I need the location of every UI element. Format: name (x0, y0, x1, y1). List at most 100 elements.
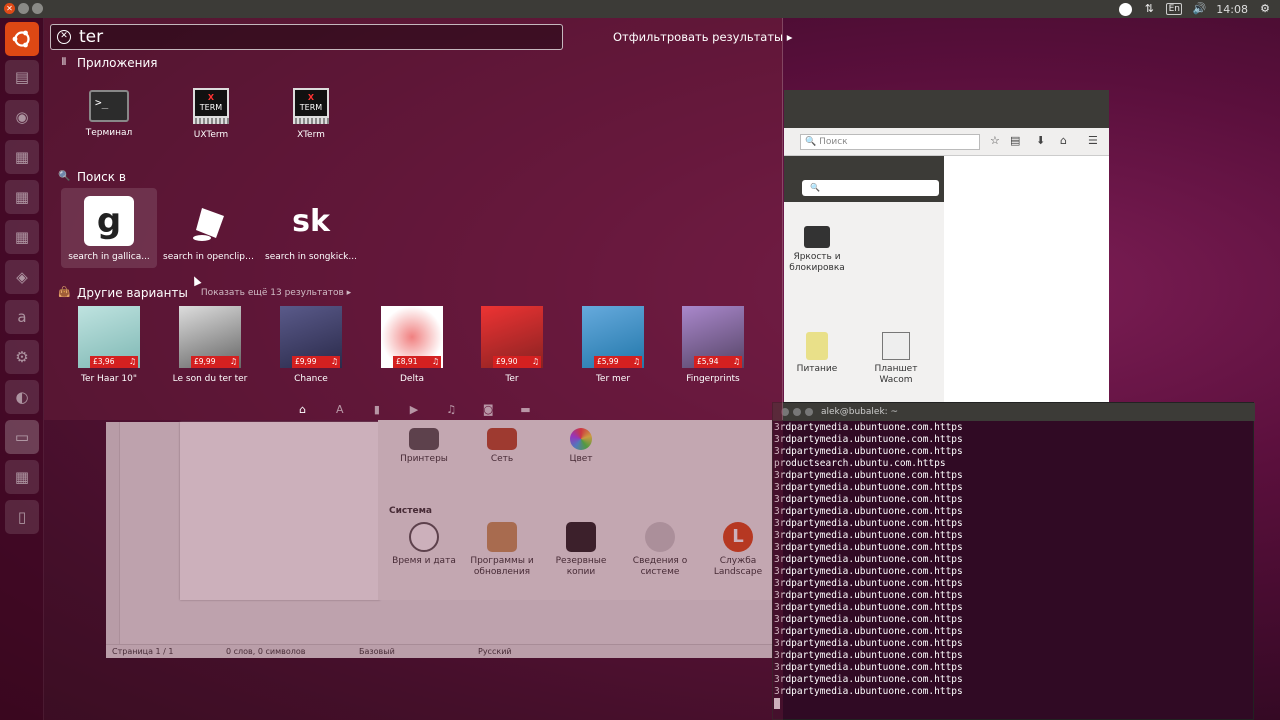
power-item[interactable]: Питание (779, 332, 855, 375)
launcher-files-icon[interactable]: ▤ (5, 60, 39, 94)
show-more-results-link[interactable]: Показать ещё 13 результатов ▸ (201, 288, 351, 298)
category-heading: Поиск в (77, 170, 126, 184)
result-xterm[interactable]: X TERM XTerm (263, 88, 359, 141)
minimize-window-icon[interactable] (793, 408, 801, 416)
result-label: Fingerprints (686, 374, 740, 384)
files-lens-icon[interactable]: ▮ (358, 400, 395, 420)
keyboard-icon (293, 118, 329, 124)
result-songkick[interactable]: sk search in songkick... (263, 196, 359, 263)
terminal-output[interactable]: 3rdpartymedia.ubuntuone.com.https 3rdpart… (774, 422, 1252, 720)
terminal-line: 3rdpartymedia.ubuntuone.com.https (774, 422, 963, 433)
music-lens-icon[interactable]: ♫ (433, 400, 470, 420)
video-lens-icon[interactable]: ▶ (395, 400, 432, 420)
reading-list-icon[interactable]: ▤ (1010, 134, 1020, 147)
result-label: Chance (294, 374, 328, 384)
songkick-lens-icon: sk (292, 203, 330, 239)
category-other[interactable]: 👜 Другие варианты Показать ещё 13 резуль… (58, 286, 351, 300)
album-cover: £8,91 (381, 306, 443, 368)
menu-icon[interactable]: ☰ (1088, 134, 1098, 147)
launcher-impress-icon[interactable]: ▦ (5, 220, 39, 254)
terminal-line: 3rdpartymedia.ubuntuone.com.https (774, 590, 963, 601)
launcher-amazon-icon[interactable]: a (5, 300, 39, 334)
browser-titlebar (784, 90, 1109, 128)
album-result[interactable]: £9,99 Chance (263, 306, 359, 385)
album-result[interactable]: £5,94 Fingerprints (665, 306, 761, 385)
category-heading: Другие варианты (77, 286, 188, 300)
terminal-line: 3rdpartymedia.ubuntuone.com.https (774, 482, 963, 493)
terminal-line: 3rdpartymedia.ubuntuone.com.https (774, 662, 963, 673)
browser-search-input[interactable]: 🔍 Поиск (800, 134, 980, 150)
social-lens-icon[interactable]: ▬ (507, 400, 544, 420)
launcher-writer2-icon[interactable]: ▦ (5, 460, 39, 494)
result-uxterm[interactable]: X TERM UXTerm (163, 88, 259, 141)
photo-lens-icon[interactable]: ◙ (470, 400, 507, 420)
price-tag: £5,99 (594, 356, 642, 368)
album-cover: £9,99 (179, 306, 241, 368)
result-gallica[interactable]: g search in gallica... (61, 188, 157, 268)
price-tag: £9,99 (292, 356, 340, 368)
dash-search-input[interactable] (79, 26, 549, 48)
result-terminal[interactable]: >_ Терминал (61, 90, 157, 139)
category-search-in[interactable]: 🔍 Поиск в (58, 170, 126, 184)
download-icon[interactable]: ⬇ (1036, 134, 1045, 147)
launcher-writer-icon[interactable]: ▦ (5, 140, 39, 174)
dropbox-indicator-icon[interactable] (1119, 2, 1133, 16)
launcher-firefox-icon[interactable]: ◉ (5, 100, 39, 134)
keyboard-layout-indicator[interactable]: En (1166, 3, 1183, 15)
session-gear-icon[interactable]: ⚙ (1258, 2, 1272, 16)
dash-home-button[interactable] (5, 22, 39, 56)
terminal-line: productsearch.ubuntu.com.https (774, 458, 946, 469)
category-heading: Приложения (77, 56, 158, 70)
filter-results-button[interactable]: Отфильтровать результаты ▸ (613, 30, 793, 44)
result-label: search in openclipart... (163, 252, 259, 262)
launcher-terminal-icon[interactable]: ▭ (5, 420, 39, 454)
terminal-line: 3rdpartymedia.ubuntuone.com.https (774, 434, 963, 445)
terminal-line: 3rdpartymedia.ubuntuone.com.https (774, 494, 963, 505)
dash-search-box[interactable]: ✕ (50, 24, 563, 50)
result-openclipart[interactable]: search in openclipart... (163, 196, 259, 263)
settings-panel-header: 🔍 (784, 156, 944, 202)
result-label: search in gallica... (68, 252, 150, 262)
terminal-line: 3rdpartymedia.ubuntuone.com.https (774, 626, 963, 637)
terminal-line: 3rdpartymedia.ubuntuone.com.https (774, 506, 963, 517)
settings-search-input[interactable]: 🔍 (802, 180, 939, 196)
album-result[interactable]: £9,90 Ter (464, 306, 560, 385)
home-icon[interactable]: ⌂ (1060, 134, 1067, 147)
album-cover: £5,99 (582, 306, 644, 368)
category-applications[interactable]: ⦀ Приложения (58, 56, 158, 70)
launcher-calc-icon[interactable]: ▦ (5, 180, 39, 214)
album-result[interactable]: £3,96 Ter Haar 10" (61, 306, 157, 385)
home-lens-icon[interactable]: ⌂ (284, 400, 321, 420)
album-result[interactable]: £9,99 Le son du ter ter (162, 306, 258, 385)
album-cover: £3,96 (78, 306, 140, 368)
launcher-trash-icon[interactable]: ▯ (5, 500, 39, 534)
bookmark-star-icon[interactable]: ☆ (990, 134, 1000, 147)
item-label: Питание (796, 364, 838, 374)
maximize-window-icon[interactable] (32, 3, 43, 14)
result-label: Терминал (85, 128, 133, 138)
search-placeholder: Поиск (819, 137, 848, 147)
launcher-browser-icon[interactable]: ◐ (5, 380, 39, 414)
album-result[interactable]: £8,91 Delta (364, 306, 460, 385)
close-window-icon[interactable]: ✕ (4, 3, 15, 14)
launcher-software-center-icon[interactable]: ◈ (5, 260, 39, 294)
album-result[interactable]: £5,99 Ter mer (565, 306, 661, 385)
mouse-pointer (190, 274, 202, 287)
album-cover: £5,94 (682, 306, 744, 368)
minimize-window-icon[interactable] (18, 3, 29, 14)
terminal-line: 3rdpartymedia.ubuntuone.com.https (774, 686, 963, 697)
chevron-right-icon: ▸ (786, 30, 793, 44)
launcher: ▤ ◉ ▦ ▦ ▦ ◈ a ⚙ ◐ ▭ ▦ ▯ (0, 18, 44, 720)
volume-icon[interactable]: 🔊 (1192, 2, 1206, 16)
brightness-lock-item[interactable]: Яркость и блокировка (779, 226, 855, 274)
launcher-settings-icon[interactable]: ⚙ (5, 340, 39, 374)
clock[interactable]: 14:08 (1216, 3, 1248, 16)
keyboard-icon (193, 118, 229, 124)
maximize-window-icon[interactable] (805, 408, 813, 416)
clear-search-icon[interactable]: ✕ (57, 30, 71, 44)
network-indicator-icon[interactable]: ⇅ (1142, 2, 1156, 16)
wacom-item[interactable]: Планшет Wacom (858, 332, 934, 386)
applications-lens-icon[interactable]: A (321, 400, 358, 420)
terminal-line: 3rdpartymedia.ubuntuone.com.https (774, 650, 963, 661)
price-tag: £8,91 (393, 356, 441, 368)
